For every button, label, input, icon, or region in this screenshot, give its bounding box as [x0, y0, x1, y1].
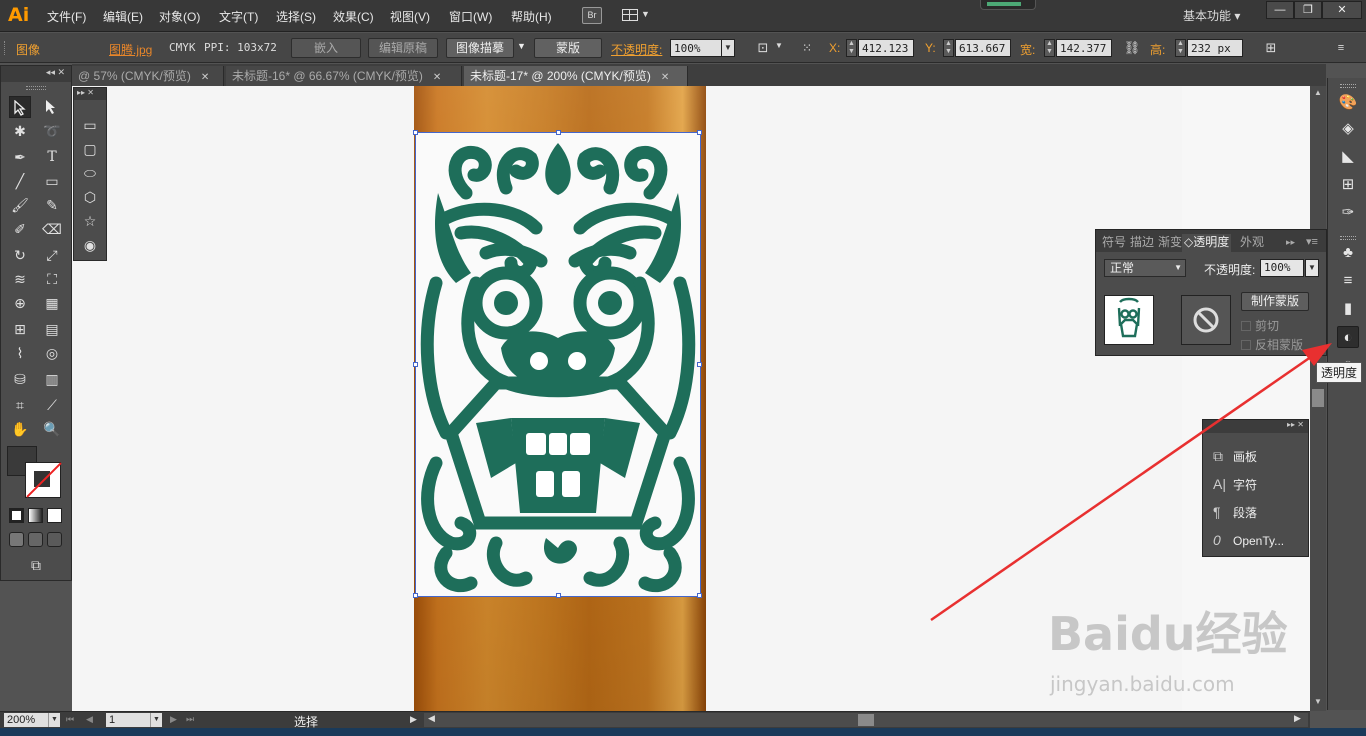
baidu-watermark: Baidu经验 [1048, 607, 1288, 661]
first-artboard-icon[interactable]: ⏮ [66, 714, 74, 725]
next-artboard-icon[interactable]: ▶ [170, 714, 177, 725]
status-bar: 200% ▼ ⏮ ◀ 1 ▼ ▶ ⏭ 选择 ▶ ◀ ▶ [0, 711, 1310, 729]
scroll-left-icon[interactable]: ◀ [428, 713, 435, 724]
horizontal-scroll-thumb[interactable] [858, 714, 874, 726]
zoom-field[interactable]: 200% [4, 713, 48, 727]
baidu-watermark-url: jingyan.baidu.com [1050, 672, 1235, 696]
artboard-dropdown[interactable]: ▼ [150, 713, 162, 727]
status-menu-icon[interactable]: ▶ [410, 714, 417, 725]
zoom-dropdown[interactable]: ▼ [48, 713, 60, 727]
horizontal-scrollbar[interactable]: ◀ ▶ [424, 713, 1308, 727]
scroll-right-icon[interactable]: ▶ [1294, 713, 1301, 724]
os-taskbar [0, 728, 1366, 736]
artboard-number-field[interactable]: 1 [106, 713, 150, 727]
last-artboard-icon[interactable]: ⏭ [186, 714, 194, 725]
prev-artboard-icon[interactable]: ◀ [86, 714, 93, 725]
